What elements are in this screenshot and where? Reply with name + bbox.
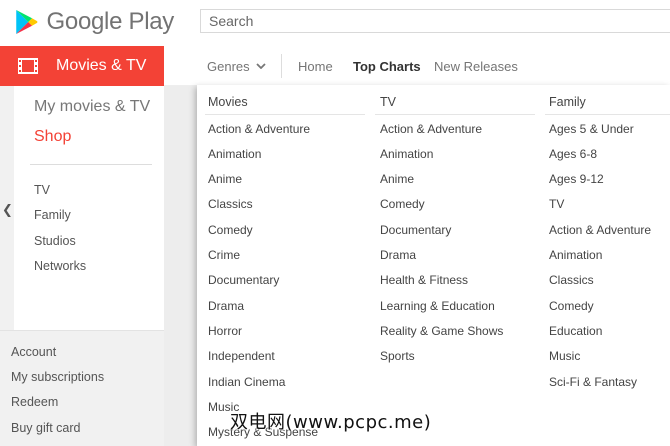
nav-strip: Genres Home Top Charts New Releases bbox=[164, 46, 670, 86]
genre-family-item[interactable]: Education bbox=[549, 324, 602, 338]
category-label: Movies & TV bbox=[56, 57, 147, 74]
genre-tv-item[interactable]: Anime bbox=[380, 172, 414, 186]
genre-tv-item[interactable]: Sports bbox=[380, 349, 415, 363]
search-input[interactable] bbox=[200, 9, 670, 33]
google-play-logo[interactable]: Google Play bbox=[14, 4, 174, 40]
genre-tv-item[interactable]: Reality & Game Shows bbox=[380, 324, 503, 338]
sidebar-item-studios[interactable]: Studios bbox=[34, 234, 76, 248]
genre-family-item[interactable]: Ages 5 & Under bbox=[549, 122, 634, 136]
genre-family-item[interactable]: Classics bbox=[549, 273, 594, 287]
genre-family-item[interactable]: Sci-Fi & Fantasy bbox=[549, 375, 637, 389]
genre-family-item[interactable]: Comedy bbox=[549, 299, 594, 313]
genre-tv-item[interactable]: Documentary bbox=[380, 223, 451, 237]
link-my-subscriptions[interactable]: My subscriptions bbox=[11, 370, 104, 384]
column-divider bbox=[205, 114, 365, 115]
sidebar-my-movies[interactable]: My movies & TV bbox=[34, 98, 150, 116]
genre-tv-item[interactable]: Health & Fitness bbox=[380, 273, 468, 287]
play-logo-icon bbox=[16, 9, 38, 35]
sidebar-item-networks[interactable]: Networks bbox=[34, 259, 86, 273]
genres-dropdown-menu: Movies TV Family Action & Adventure Anim… bbox=[197, 85, 670, 446]
genre-movies-item[interactable]: Animation bbox=[208, 147, 261, 161]
film-icon bbox=[18, 58, 38, 74]
genre-movies-item[interactable]: Horror bbox=[208, 324, 242, 338]
nav-top-charts[interactable]: Top Charts bbox=[353, 59, 421, 74]
genre-movies-item[interactable]: Comedy bbox=[208, 223, 253, 237]
genre-tv-item[interactable]: Learning & Education bbox=[380, 299, 495, 313]
genre-movies-item[interactable]: Classics bbox=[208, 197, 253, 211]
genre-tv-item[interactable]: Animation bbox=[380, 147, 433, 161]
genre-family-item[interactable]: Animation bbox=[549, 248, 602, 262]
top-bar: Google Play bbox=[0, 0, 670, 46]
genre-tv-item[interactable]: Action & Adventure bbox=[380, 122, 482, 136]
sidebar-bottom-links: Account My subscriptions Redeem Buy gift… bbox=[0, 330, 164, 446]
category-tab-movies-tv[interactable]: Movies & TV bbox=[0, 46, 164, 86]
nav-home[interactable]: Home bbox=[298, 59, 333, 74]
column-divider bbox=[545, 114, 670, 115]
genre-movies-item[interactable]: Action & Adventure bbox=[208, 122, 310, 136]
sidebar-item-family[interactable]: Family bbox=[34, 208, 71, 222]
genre-family-item[interactable]: Action & Adventure bbox=[549, 223, 651, 237]
sidebar-item-tv[interactable]: TV bbox=[34, 183, 50, 197]
genre-movies-item[interactable]: Crime bbox=[208, 248, 240, 262]
genre-movies-item[interactable]: Independent bbox=[208, 349, 275, 363]
chevron-left-icon[interactable]: ❮ bbox=[2, 202, 13, 218]
dropdown-heading-family[interactable]: Family bbox=[549, 95, 586, 109]
link-buy-gift-card[interactable]: Buy gift card bbox=[11, 421, 80, 435]
link-account[interactable]: Account bbox=[11, 345, 56, 359]
genre-tv-item[interactable]: Comedy bbox=[380, 197, 425, 211]
nav-new-releases[interactable]: New Releases bbox=[434, 59, 518, 74]
logo-text: Google Play bbox=[46, 8, 175, 35]
sidebar-divider bbox=[30, 164, 152, 165]
genre-movies-item[interactable]: Indian Cinema bbox=[208, 375, 285, 389]
genres-dropdown-button[interactable]: Genres bbox=[207, 59, 266, 74]
genre-family-item[interactable]: Music bbox=[549, 349, 580, 363]
watermark: 双电网(www.pcpc.me) bbox=[230, 412, 432, 433]
genre-movies-item[interactable]: Documentary bbox=[208, 273, 279, 287]
link-redeem[interactable]: Redeem bbox=[11, 395, 58, 409]
nav-divider bbox=[281, 54, 282, 78]
genre-family-item[interactable]: Ages 9-12 bbox=[549, 172, 604, 186]
dropdown-heading-tv[interactable]: TV bbox=[380, 95, 396, 109]
genre-tv-item[interactable]: Drama bbox=[380, 248, 416, 262]
genre-movies-item[interactable]: Drama bbox=[208, 299, 244, 313]
genre-movies-item[interactable]: Anime bbox=[208, 172, 242, 186]
dropdown-heading-movies[interactable]: Movies bbox=[208, 95, 248, 109]
column-divider bbox=[375, 114, 535, 115]
genres-label: Genres bbox=[207, 59, 250, 74]
chevron-down-icon bbox=[256, 62, 266, 69]
genre-family-item[interactable]: Ages 6-8 bbox=[549, 147, 597, 161]
genre-family-item[interactable]: TV bbox=[549, 197, 564, 211]
sidebar-shop[interactable]: Shop bbox=[34, 128, 71, 146]
